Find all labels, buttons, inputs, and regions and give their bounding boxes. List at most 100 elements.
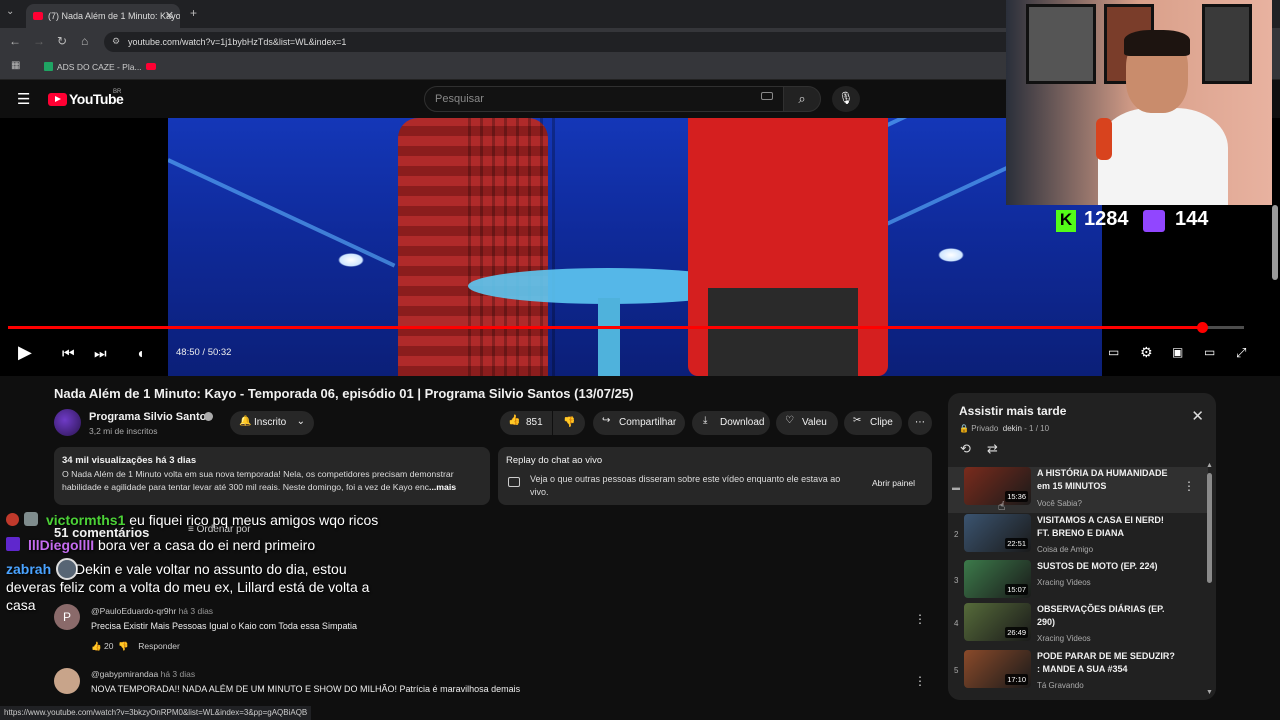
youtube-favicon-icon (33, 12, 43, 20)
playlist-item-title[interactable]: SUSTOS DE MOTO (EP. 224) (1037, 560, 1177, 573)
video-duration: 15:36 (1005, 491, 1028, 502)
scroll-down-icon[interactable]: ▼ (1206, 689, 1213, 696)
thanks-label: Valeu (802, 417, 827, 428)
playlist-item[interactable]: 5 17:10 PODE PARAR DE ME SEDUZIR? : MAND… (948, 650, 1208, 696)
description-box[interactable]: 34 mil visualizações há 3 dias O Nada Al… (54, 447, 490, 505)
menu-icon[interactable]: ☰ (17, 90, 30, 108)
playlist-item[interactable]: ▬ 15:36 A HISTÓRIA DA HUMANIDADE em 15 M… (948, 467, 1208, 513)
tab-search-icon[interactable]: ⌄ (6, 6, 14, 17)
bookmark-link[interactable]: ADS DO CAZE - Pla... (57, 62, 142, 72)
playlist-owner[interactable]: dekin (1003, 424, 1022, 433)
page-scrollbar[interactable] (1272, 205, 1278, 280)
search-icon: ⌕ (798, 91, 806, 106)
url-field[interactable]: ⚙ youtube.com/watch?v=1j1bybHzTds&list=W… (104, 32, 1104, 52)
video-duration: 26:49 (1005, 627, 1028, 638)
dislike-button[interactable]: 👎 (553, 411, 585, 435)
search-button[interactable]: ⌕ (783, 86, 821, 112)
subscribe-button[interactable]: 🔔 Inscrito ⌄ (230, 411, 314, 435)
reply-button[interactable]: Responder (138, 641, 180, 651)
chat-text: eu fiquei rico pq meus amigos wqo ricos (125, 512, 379, 528)
comment-menu-icon[interactable]: ⋮ (914, 674, 926, 688)
share-button[interactable]: ↪ Compartilhar (593, 411, 685, 435)
more-horizontal-icon: ⋯ (915, 417, 925, 428)
comment-avatar[interactable] (54, 668, 80, 694)
playlist-meta: 🔒 Privado dekin - 1 / 10 (959, 424, 1050, 433)
download-button[interactable]: ⤓ Download (692, 411, 770, 435)
browser-tab[interactable]: (7) Nada Além de 1 Minuto: Kayo ✕ (26, 4, 180, 28)
author-handle[interactable]: @PauloEduardo-qr9hr (91, 606, 176, 616)
playlist-title[interactable]: Assistir mais tarde (959, 404, 1066, 418)
comment-menu-icon[interactable]: ⋮ (914, 612, 926, 626)
playlist-thumbnail[interactable]: 15:07 (964, 560, 1031, 598)
comment-author[interactable]: @PauloEduardo-qr9hr há 3 dias (91, 606, 213, 616)
comment-author[interactable]: @gabypmirandaa há 3 dias (91, 669, 195, 679)
youtube-logo-icon[interactable] (48, 93, 67, 106)
playlist-item-title[interactable]: OBSERVAÇÕES DIÁRIAS (EP. 290) (1037, 603, 1177, 629)
author-handle[interactable]: @gabypmirandaa (91, 669, 158, 679)
thanks-button[interactable]: ♡ Valeu (776, 411, 838, 435)
playlist-thumbnail[interactable]: 17:10 (964, 650, 1031, 688)
volume-icon[interactable]: ◖ (136, 345, 144, 361)
stage-light-icon (338, 253, 364, 267)
shuffle-icon[interactable]: ⇄ (987, 441, 998, 457)
like-button[interactable]: 👍 851 (500, 411, 552, 435)
playlist-scrollbar[interactable] (1207, 473, 1212, 583)
home-icon[interactable]: ⌂ (81, 34, 88, 48)
previous-icon[interactable]: ⏮ (62, 345, 75, 362)
progress-scrubber[interactable] (1196, 322, 1208, 333)
screen: ⌄ (7) Nada Além de 1 Minuto: Kayo ✕ + ← … (0, 0, 1280, 720)
loop-icon[interactable]: ⟲ (960, 441, 971, 457)
comment-text: NOVA TEMPORADA!! NADA ALÉM DE UM MINUTO … (91, 684, 521, 694)
comment-avatar[interactable]: P (54, 604, 80, 630)
youtube-bookmark-icon[interactable] (146, 63, 156, 70)
playlist-position: 1 / 10 (1029, 424, 1050, 433)
playlist-thumbnail[interactable]: 22:51 (964, 514, 1031, 552)
apps-grid-icon[interactable]: ▦ (11, 60, 20, 71)
twitch-viewer-count: 144 (1175, 208, 1209, 230)
video-duration: 15:07 (1005, 584, 1028, 595)
playlist-item-title[interactable]: A HISTÓRIA DA HUMANIDADE em 15 MINUTOS (1037, 467, 1177, 493)
chat-message: victormths1 eu fiquei rico pq meus amigo… (46, 512, 378, 528)
channel-avatar[interactable] (54, 409, 81, 436)
next-icon[interactable]: ⏭ (94, 345, 107, 362)
back-icon[interactable]: ← (9, 34, 21, 48)
channel-name[interactable]: Programa Silvio Santos (89, 411, 212, 423)
close-icon[interactable]: ✕ (1191, 407, 1204, 425)
thumbs-up-icon[interactable]: 👍 (91, 641, 102, 651)
subtitles-icon[interactable]: ▭ (1108, 345, 1119, 359)
playlist-thumbnail[interactable]: 26:49 (964, 603, 1031, 641)
item-menu-icon[interactable]: ⋮ (1183, 479, 1195, 493)
thumbs-down-icon[interactable]: 👎 (118, 641, 129, 651)
play-icon[interactable]: ▶ (18, 342, 32, 363)
theater-mode-icon[interactable]: ▭ (1204, 345, 1215, 359)
settings-gear-icon[interactable]: ⚙ (1140, 344, 1153, 361)
forward-icon[interactable]: → (33, 34, 45, 48)
region-code: BR (113, 89, 122, 95)
link-status-bar: https://www.youtube.com/watch?v=3bkzyOnR… (0, 706, 312, 720)
search-input[interactable]: Pesquisar (424, 86, 784, 112)
chat-text: Dekin e vale voltar no assunto do dia, e… (71, 561, 347, 577)
playlist-item[interactable]: 2 22:51 VISITAMOS A CASA EI NERD! FT. BR… (948, 514, 1208, 560)
open-panel-button[interactable]: Abrir painel (872, 478, 915, 488)
clip-button[interactable]: ✂ Clipe (844, 411, 902, 435)
scroll-up-icon[interactable]: ▲ (1206, 462, 1213, 469)
close-tab-icon[interactable]: ✕ (165, 9, 174, 22)
playlist-item[interactable]: 4 26:49 OBSERVAÇÕES DIÁRIAS (EP. 290) Xr… (948, 603, 1208, 649)
time-display: 48:50 / 50:32 (176, 347, 232, 358)
view-count-date: 34 mil visualizações há 3 dias (62, 455, 197, 466)
playlist-item-title[interactable]: PODE PARAR DE ME SEDUZIR? : MANDE A SUA … (1037, 650, 1177, 676)
site-info-icon[interactable]: ⚙ (112, 36, 120, 47)
new-tab-icon[interactable]: + (190, 6, 197, 20)
miniplayer-icon[interactable]: ▣ (1172, 345, 1183, 359)
playlist-item[interactable]: 3 15:07 SUSTOS DE MOTO (EP. 224) Xracing… (948, 560, 1208, 606)
keyboard-icon[interactable] (761, 92, 773, 100)
fullscreen-icon[interactable]: ⤢ (1236, 345, 1246, 361)
comment-text: Precisa Existir Mais Pessoas Igual o Kai… (91, 621, 357, 631)
subscribe-label: Inscrito (254, 417, 287, 428)
video-duration: 17:10 (1005, 674, 1028, 685)
playlist-item-title[interactable]: VISITAMOS A CASA EI NERD! FT. BRENO E DI… (1037, 514, 1177, 540)
more-actions-button[interactable]: ⋯ (908, 411, 932, 435)
reload-icon[interactable]: ↻ (57, 34, 67, 48)
voice-search-button[interactable]: 🎙 (832, 86, 860, 112)
show-more-link[interactable]: ...mais (429, 482, 456, 492)
